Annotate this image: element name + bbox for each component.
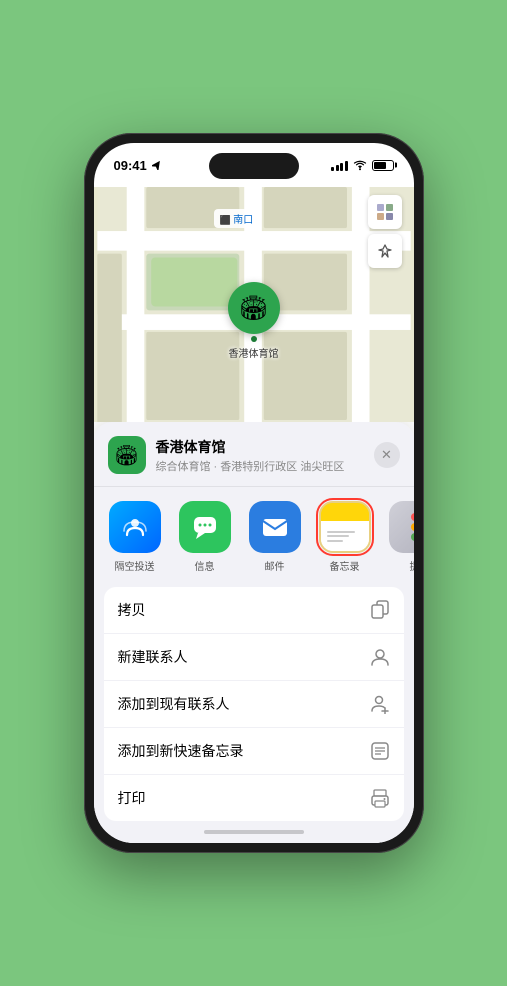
action-add-to-existing-contact[interactable]: 添加到现有联系人	[104, 681, 404, 728]
copy-icon	[370, 600, 390, 620]
map-label: ⬛ 南口	[214, 209, 260, 228]
action-list: 拷贝 新建联系人 添加到现有联系人	[104, 587, 404, 821]
action-new-contact[interactable]: 新建联系人	[104, 634, 404, 681]
mail-label: 邮件	[265, 558, 285, 573]
venue-info-row: 🏟 香港体育馆 综合体育馆 · 香港特别行政区 油尖旺区 ✕	[94, 436, 414, 487]
action-new-contact-label: 新建联系人	[118, 647, 188, 667]
action-copy-label: 拷贝	[118, 600, 146, 620]
pin-circle: 🏟	[228, 282, 280, 334]
location-button[interactable]	[368, 234, 402, 268]
battery-icon	[372, 160, 394, 171]
map-controls	[368, 195, 402, 268]
share-mail[interactable]: 邮件	[244, 501, 306, 573]
action-print-label: 打印	[118, 788, 146, 808]
pin-dot	[251, 336, 257, 342]
signal-icon	[331, 160, 348, 171]
person-add-icon	[370, 694, 390, 714]
venue-pin[interactable]: 🏟 香港体育馆	[228, 282, 280, 360]
airdrop-label: 隔空投送	[115, 558, 155, 573]
action-copy[interactable]: 拷贝	[104, 587, 404, 634]
location-arrow-icon	[152, 160, 162, 170]
message-icon-box	[179, 501, 231, 553]
action-print[interactable]: 打印	[104, 775, 404, 821]
map-area[interactable]: ⬛ 南口	[94, 187, 414, 422]
wifi-icon	[353, 160, 367, 171]
notes-icon-box	[319, 501, 371, 553]
person-icon	[370, 647, 390, 667]
phone-screen: 09:41	[94, 143, 414, 843]
status-time: 09:41	[114, 158, 162, 173]
color-dots	[411, 513, 414, 541]
print-icon	[370, 788, 390, 808]
share-airdrop[interactable]: 隔空投送	[104, 501, 166, 573]
home-bar	[204, 830, 304, 834]
share-more[interactable]: 提	[384, 501, 414, 573]
phone-frame: 09:41	[84, 133, 424, 853]
pin-label: 香港体育馆	[229, 345, 279, 360]
home-indicator	[94, 821, 414, 843]
more-label: 提	[410, 558, 414, 573]
share-notes[interactable]: 备忘录	[314, 501, 376, 573]
dynamic-island	[209, 153, 299, 179]
venue-desc: 综合体育馆 · 香港特别行政区 油尖旺区	[156, 458, 374, 474]
action-add-existing-label: 添加到现有联系人	[118, 694, 230, 714]
action-quick-note[interactable]: 添加到新快速备忘录	[104, 728, 404, 775]
close-button[interactable]: ✕	[374, 442, 400, 468]
location-icon	[377, 243, 393, 259]
quicknote-icon	[370, 741, 390, 761]
mail-icon	[261, 514, 289, 540]
airdrop-icon-box	[109, 501, 161, 553]
action-quick-note-label: 添加到新快速备忘录	[118, 741, 244, 761]
status-icons	[331, 160, 394, 171]
notes-label: 备忘录	[330, 558, 360, 573]
more-icon-box	[389, 501, 414, 553]
share-icons-row: 隔空投送 信息	[94, 487, 414, 587]
venue-text: 香港体育馆 综合体育馆 · 香港特别行政区 油尖旺区	[156, 437, 374, 474]
map-type-icon	[376, 203, 394, 221]
map-type-button[interactable]	[368, 195, 402, 229]
venue-name: 香港体育馆	[156, 437, 374, 457]
venue-icon: 🏟	[108, 436, 146, 474]
message-icon	[191, 513, 219, 541]
mail-icon-box	[249, 501, 301, 553]
message-label: 信息	[195, 558, 215, 573]
bottom-sheet: 🏟 香港体育馆 综合体育馆 · 香港特别行政区 油尖旺区 ✕	[94, 422, 414, 843]
share-message[interactable]: 信息	[174, 501, 236, 573]
airdrop-icon	[121, 513, 149, 541]
